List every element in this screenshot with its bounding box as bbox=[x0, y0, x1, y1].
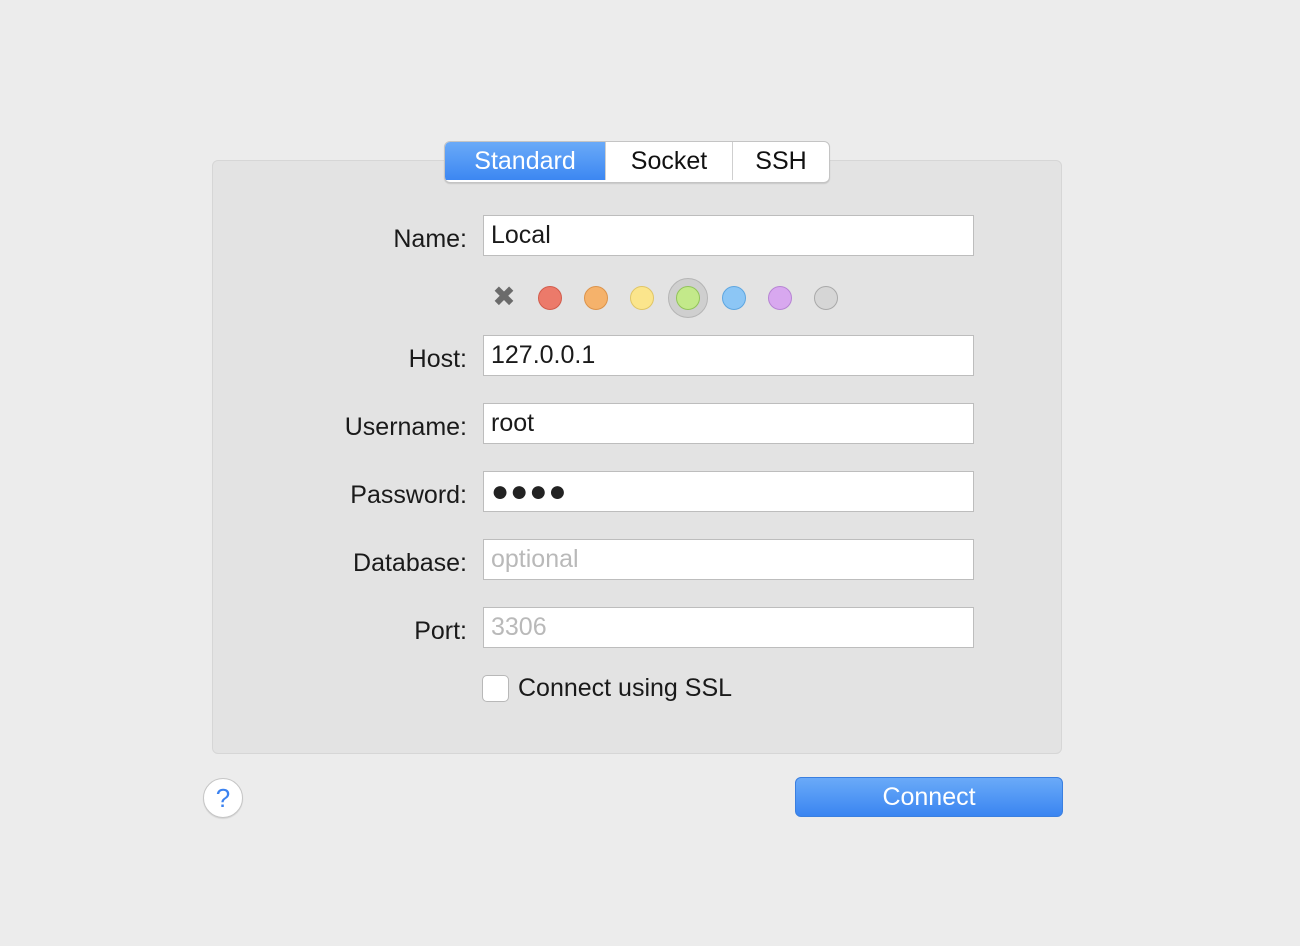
color-swatch-blue[interactable] bbox=[722, 286, 746, 310]
help-button[interactable]: ? bbox=[203, 778, 243, 818]
close-icon[interactable]: ✖ bbox=[491, 283, 517, 311]
color-swatch-orange[interactable] bbox=[584, 286, 608, 310]
username-field[interactable] bbox=[483, 403, 974, 444]
color-swatch-green[interactable] bbox=[676, 286, 700, 310]
password-field[interactable]: ●●●● bbox=[483, 471, 974, 512]
name-label: Name: bbox=[393, 225, 467, 253]
database-field[interactable] bbox=[483, 539, 974, 580]
port-field[interactable] bbox=[483, 607, 974, 648]
name-field[interactable] bbox=[483, 215, 974, 256]
color-swatch-red[interactable] bbox=[538, 286, 562, 310]
host-label: Host: bbox=[408, 345, 467, 373]
color-swatch-purple[interactable] bbox=[768, 286, 792, 310]
ssl-option[interactable]: Connect using SSL bbox=[482, 674, 732, 703]
tab-ssh[interactable]: SSH bbox=[732, 142, 829, 180]
database-label: Database: bbox=[353, 549, 467, 577]
username-label: Username: bbox=[344, 413, 467, 441]
tab-standard[interactable]: Standard bbox=[445, 142, 605, 180]
ssl-checkbox[interactable] bbox=[482, 675, 509, 702]
connect-button[interactable]: Connect bbox=[795, 777, 1063, 817]
color-picker: ✖ bbox=[483, 278, 863, 318]
host-field[interactable] bbox=[483, 335, 974, 376]
connection-type-tabs: Standard Socket SSH bbox=[444, 141, 830, 183]
password-label: Password: bbox=[350, 481, 467, 509]
port-label: Port: bbox=[414, 617, 467, 645]
tab-socket[interactable]: Socket bbox=[605, 142, 732, 180]
color-swatch-yellow[interactable] bbox=[630, 286, 654, 310]
ssl-label: Connect using SSL bbox=[518, 674, 733, 702]
color-swatch-gray[interactable] bbox=[814, 286, 838, 310]
